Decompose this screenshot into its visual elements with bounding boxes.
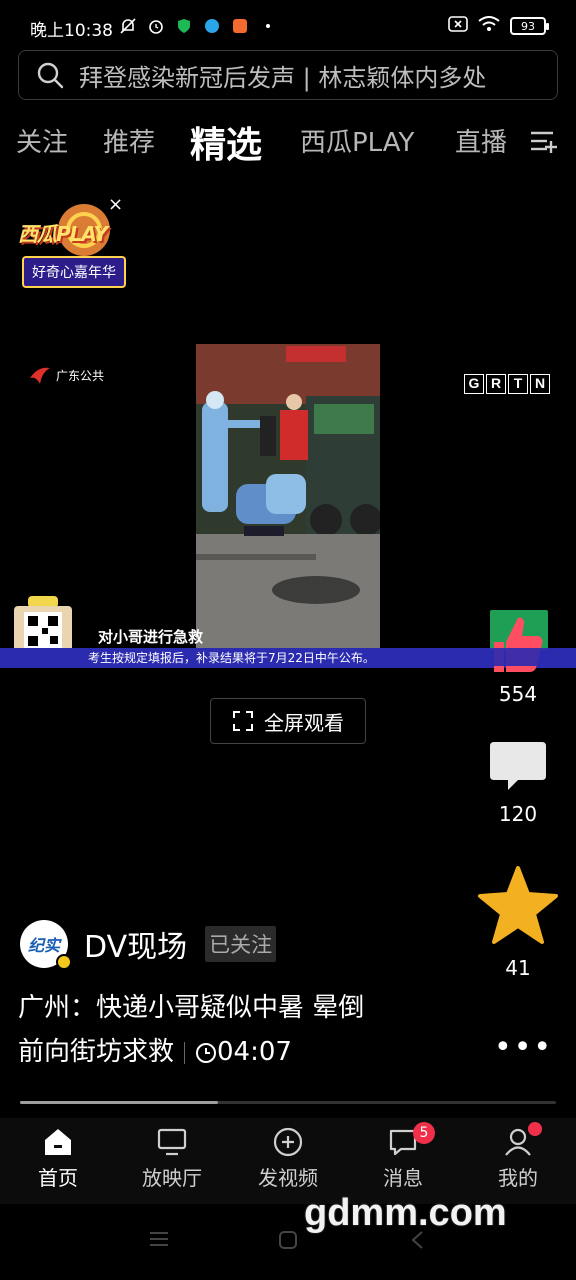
- channel-logo-icon: [30, 367, 50, 384]
- battery-indicator: 93: [510, 17, 549, 35]
- grtn-letter: G: [464, 374, 484, 394]
- title-line-1: 广州：快递小哥疑似中暑 晕倒: [18, 993, 365, 1023]
- promo-subtitle: 好奇心嘉年华: [22, 256, 126, 288]
- site-watermark: gdmm.com: [304, 1192, 507, 1234]
- nav-messages-label: 消息: [383, 1166, 423, 1190]
- like-count: 554: [498, 682, 538, 706]
- promo-badge[interactable]: 西瓜PLAY 好奇心嘉年华: [14, 200, 134, 300]
- clock-icon: [196, 1042, 217, 1063]
- nav-home-label: 首页: [38, 1166, 78, 1190]
- video-duration: 04:07: [217, 1037, 292, 1067]
- more-options-button[interactable]: •••: [494, 1030, 553, 1065]
- duration-divider: [184, 1041, 186, 1064]
- dot-icon: [258, 16, 278, 36]
- status-icons-right: 93: [448, 16, 549, 36]
- search-bar[interactable]: 拜登感染新冠后发声 | 林志颖体内多处: [18, 50, 558, 100]
- video-progress-fill: [20, 1101, 219, 1104]
- profile-notification-dot: [528, 1122, 542, 1136]
- favorite-action[interactable]: 41: [476, 864, 560, 980]
- plus-circle-icon: [273, 1127, 303, 1157]
- fullscreen-button[interactable]: 全屏观看: [210, 698, 366, 744]
- nav-profile[interactable]: 我的: [468, 1122, 568, 1191]
- nav-messages[interactable]: 5 消息: [353, 1122, 453, 1191]
- search-icon: [37, 62, 64, 89]
- tab-follow[interactable]: 关注: [16, 122, 68, 159]
- wifi-icon: [478, 16, 500, 36]
- nav-post-video[interactable]: 发视频: [238, 1126, 338, 1191]
- video-progress-bar[interactable]: [20, 1101, 556, 1104]
- sim-off-icon: [448, 16, 468, 36]
- verified-badge-icon: [56, 954, 72, 970]
- thumbs-up-icon: [476, 610, 560, 672]
- nav-home[interactable]: 首页: [8, 1126, 108, 1191]
- title-line-2: 前向街坊求救 04:07: [18, 1030, 468, 1074]
- promo-close-button[interactable]: ×: [108, 194, 123, 215]
- author-row: 纪实 DV现场 已关注: [20, 920, 277, 970]
- mi-app-icon: [230, 16, 250, 36]
- comment-bubble-icon: [490, 742, 546, 790]
- bell-muted-icon: [118, 16, 138, 36]
- avatar-text: 纪实: [27, 936, 60, 955]
- favorite-count: 41: [505, 956, 531, 980]
- grtn-letter: R: [486, 374, 506, 394]
- ticker-text: 考生按规定填报后，补录结果将于7月22日中午公布。: [88, 651, 375, 665]
- video-scene-illustration: [196, 344, 380, 650]
- expand-icon: [233, 711, 253, 731]
- follow-status-button[interactable]: 已关注: [205, 926, 277, 962]
- nav-profile-label: 我的: [498, 1166, 538, 1190]
- grtn-letter: N: [530, 374, 550, 394]
- promo-title: 西瓜PLAY: [18, 222, 108, 246]
- nav-theater-label: 放映厅: [142, 1166, 202, 1190]
- tab-recommend[interactable]: 推荐: [103, 122, 155, 159]
- browser-app-icon: [202, 16, 222, 36]
- status-bar: 晚上10:38 93: [0, 0, 576, 50]
- tv-icon: [157, 1128, 187, 1156]
- video-title[interactable]: 广州：快递小哥疑似中暑 晕倒 前向街坊求救 04:07: [18, 986, 468, 1074]
- home-button-icon[interactable]: [278, 1230, 298, 1250]
- nav-post-video-label: 发视频: [258, 1166, 318, 1190]
- author-name[interactable]: DV现场: [84, 922, 187, 966]
- grtn-logo: G R T N: [464, 374, 550, 394]
- status-icons-left: [118, 16, 278, 36]
- comment-count: 120: [498, 802, 538, 826]
- shield-app-icon: [174, 16, 194, 36]
- nav-theater[interactable]: 放映厅: [122, 1126, 222, 1191]
- tab-live[interactable]: 直播: [455, 122, 507, 159]
- status-time: 晚上10:38: [30, 21, 113, 41]
- grtn-letter: T: [508, 374, 528, 394]
- search-suggestion: 拜登感染新冠后发声 | 林志颖体内多处: [79, 63, 487, 92]
- tab-menu-icon[interactable]: [528, 126, 558, 156]
- home-icon: [45, 1129, 71, 1155]
- like-action[interactable]: 554: [476, 610, 560, 706]
- recent-apps-icon[interactable]: [148, 1230, 170, 1248]
- video-frame: [196, 344, 380, 650]
- message-badge: 5: [413, 1122, 435, 1144]
- tab-xigua-play[interactable]: 西瓜PLAY: [300, 122, 414, 159]
- title-line-2-text: 前向街坊求救: [18, 1037, 175, 1067]
- star-icon: [478, 866, 558, 944]
- channel-logo: 广东公共: [28, 364, 104, 386]
- alarm-icon: [146, 16, 166, 36]
- fullscreen-label: 全屏观看: [264, 710, 344, 735]
- category-tabs: 关注 推荐 精选 西瓜PLAY 直播: [0, 112, 576, 168]
- avatar[interactable]: 纪实: [20, 920, 72, 970]
- video-subtitle: 对小哥进行急救: [98, 628, 204, 646]
- channel-logo-text: 广东公共: [56, 368, 105, 383]
- tab-featured[interactable]: 精选: [190, 116, 262, 168]
- comment-action[interactable]: 120: [476, 738, 560, 826]
